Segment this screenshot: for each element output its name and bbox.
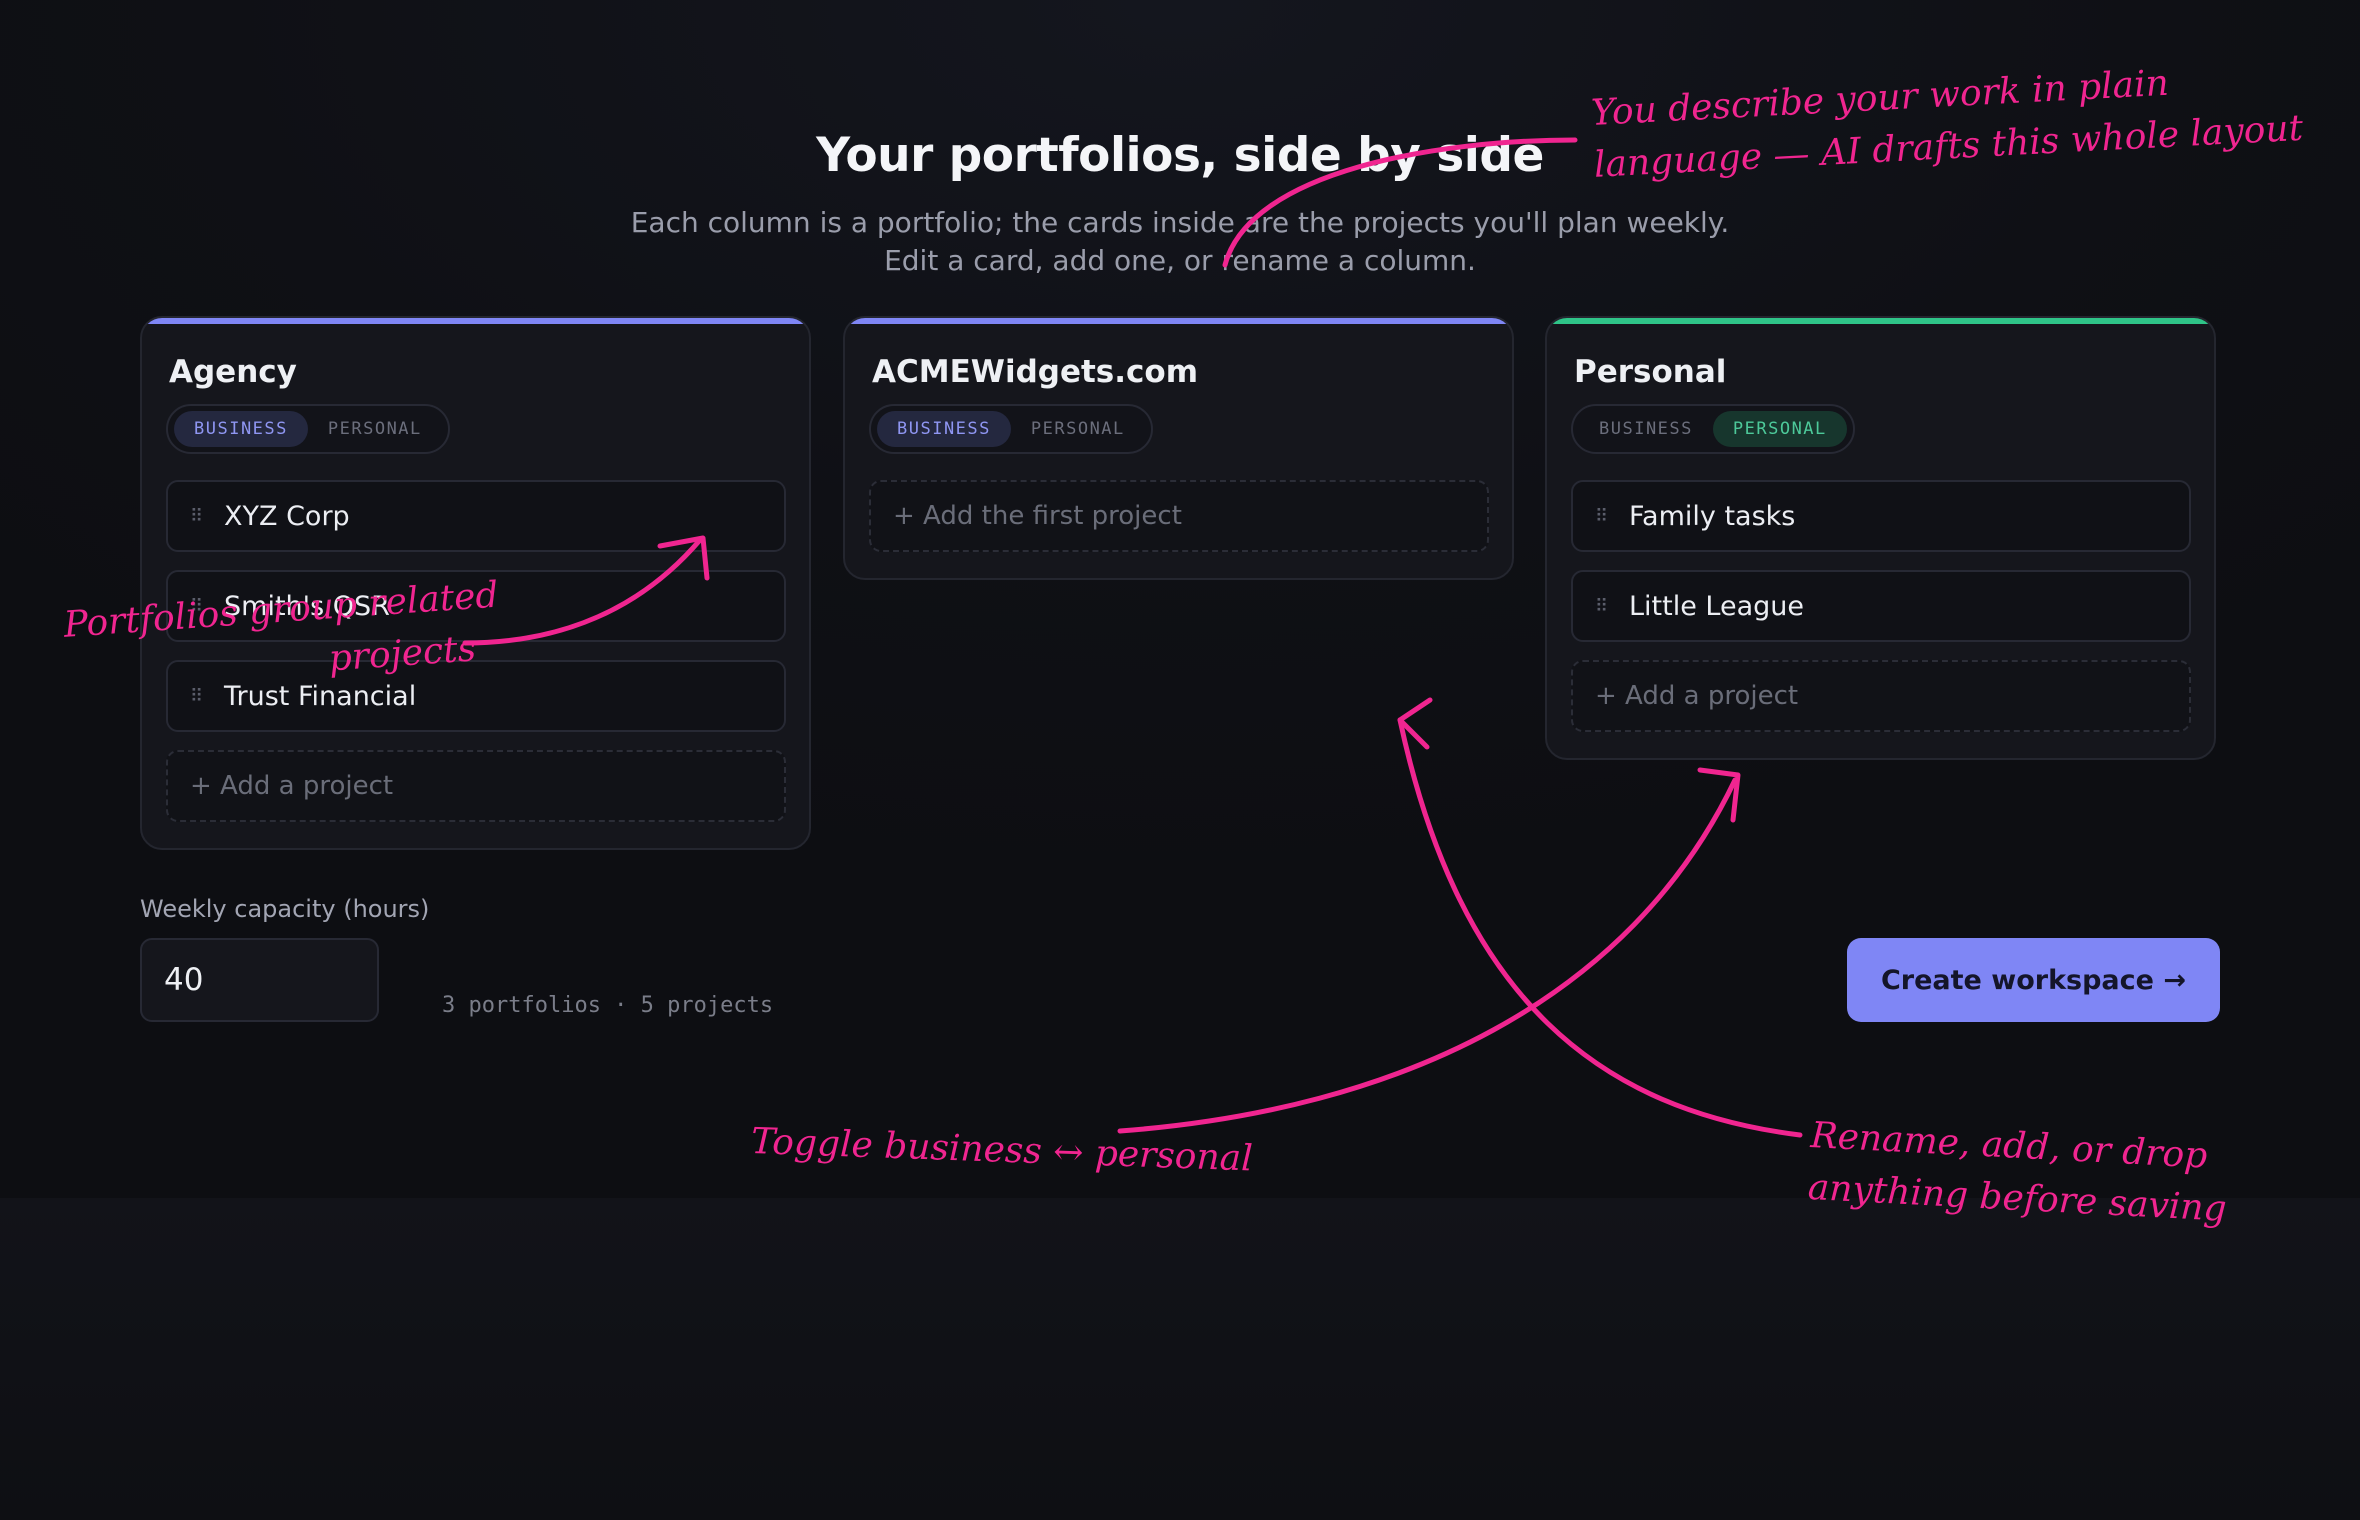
arrow-rename — [1397, 717, 1803, 1138]
arrow-top-right — [1222, 137, 1578, 268]
annotation-arrows — [462, 137, 1803, 1138]
arrow-toggle — [1117, 777, 1738, 1134]
annotation-rename: Rename, add, or drop anything before sav… — [1806, 1114, 2228, 1230]
